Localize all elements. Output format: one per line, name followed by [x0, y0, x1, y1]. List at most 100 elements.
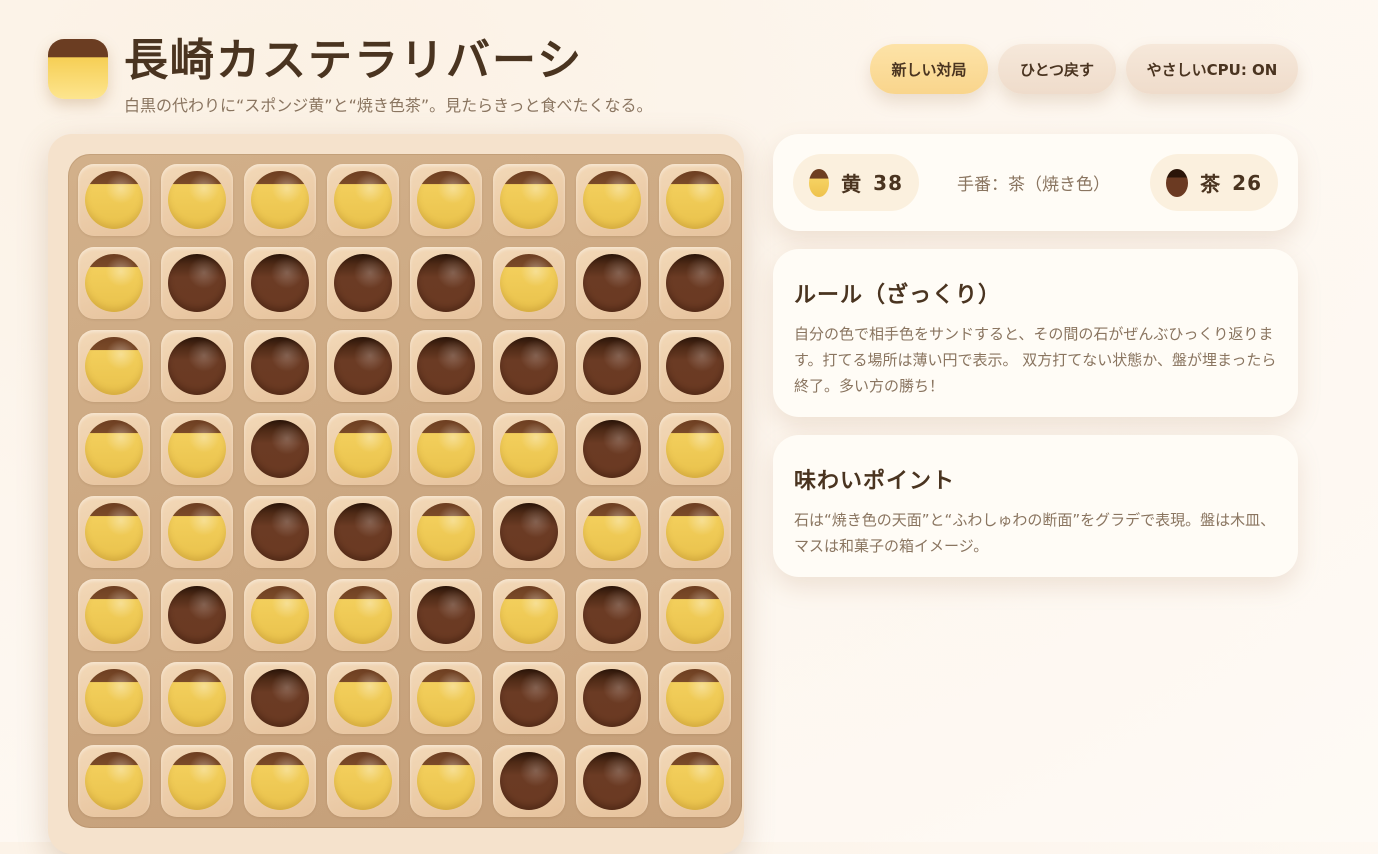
undo-button[interactable]: ひとつ戻す	[998, 44, 1116, 94]
board-cell[interactable]	[244, 579, 316, 651]
board-cell[interactable]	[327, 413, 399, 485]
board-cell[interactable]	[576, 662, 648, 734]
board-cell[interactable]	[493, 662, 565, 734]
yellow-count: 38	[873, 170, 903, 195]
board-cell[interactable]	[410, 330, 482, 402]
board-cell[interactable]	[78, 745, 150, 817]
board-cell[interactable]	[659, 662, 731, 734]
brown-disc	[334, 337, 392, 395]
board-cell[interactable]	[327, 247, 399, 319]
board-cell[interactable]	[576, 745, 648, 817]
yellow-disc	[666, 503, 724, 561]
board-cell[interactable]	[410, 662, 482, 734]
board-cell[interactable]	[410, 247, 482, 319]
board-cell[interactable]	[161, 330, 233, 402]
board-cell[interactable]	[327, 330, 399, 402]
board-cell[interactable]	[244, 330, 316, 402]
board-cell[interactable]	[410, 579, 482, 651]
board-cell[interactable]	[659, 745, 731, 817]
board-cell[interactable]	[493, 745, 565, 817]
brown-disc	[251, 503, 309, 561]
yellow-disc	[666, 420, 724, 478]
board-cell[interactable]	[244, 247, 316, 319]
board-cell[interactable]	[659, 247, 731, 319]
brown-disc	[417, 254, 475, 312]
board-cell[interactable]	[161, 662, 233, 734]
board-cell[interactable]	[161, 745, 233, 817]
board-cell[interactable]	[659, 496, 731, 568]
board-cell[interactable]	[244, 496, 316, 568]
board-cell[interactable]	[493, 164, 565, 236]
board-cell[interactable]	[576, 164, 648, 236]
board-cell[interactable]	[410, 745, 482, 817]
brown-disc	[583, 337, 641, 395]
board-cell[interactable]	[493, 330, 565, 402]
board-cell[interactable]	[659, 579, 731, 651]
board-cell[interactable]	[576, 579, 648, 651]
rules-body: 自分の色で相手色をサンドすると、その間の石がぜんぶひっくり返ります。打てる場所は…	[794, 325, 1277, 395]
board-cell[interactable]	[410, 413, 482, 485]
brown-disc	[583, 254, 641, 312]
board-cell[interactable]	[78, 413, 150, 485]
rules-title: ルール（ざっくり）	[794, 283, 1002, 308]
board-cell[interactable]	[327, 662, 399, 734]
yellow-disc	[85, 254, 143, 312]
board-cell[interactable]	[327, 579, 399, 651]
board-cell[interactable]	[576, 330, 648, 402]
board-cell[interactable]	[161, 164, 233, 236]
board-cell[interactable]	[410, 164, 482, 236]
board-cell[interactable]	[78, 496, 150, 568]
flavor-title: 味わいポイント	[794, 469, 956, 494]
yellow-disc	[85, 337, 143, 395]
new-game-button[interactable]: 新しい対局	[870, 44, 988, 94]
board-cell[interactable]	[244, 662, 316, 734]
board-cell[interactable]	[410, 496, 482, 568]
board-cell[interactable]	[244, 164, 316, 236]
board-cell[interactable]	[327, 496, 399, 568]
brown-disc	[583, 752, 641, 810]
board-cell[interactable]	[493, 579, 565, 651]
board-cell[interactable]	[659, 164, 731, 236]
score-panel: 黄 38 手番：茶（焼き色） 茶 26	[773, 134, 1298, 231]
board-cell[interactable]	[161, 579, 233, 651]
board-cell[interactable]	[78, 164, 150, 236]
cpu-toggle-button[interactable]: やさしいCPU: ON	[1126, 44, 1298, 94]
board-cell[interactable]	[493, 496, 565, 568]
yellow-disc	[417, 420, 475, 478]
brown-disc	[251, 337, 309, 395]
board-cell[interactable]	[78, 579, 150, 651]
board-cell[interactable]	[327, 745, 399, 817]
brown-disc	[334, 503, 392, 561]
yellow-disc	[500, 171, 558, 229]
brown-disc	[251, 669, 309, 727]
board-cell[interactable]	[161, 496, 233, 568]
yellow-disc	[334, 752, 392, 810]
board-cell[interactable]	[161, 413, 233, 485]
board-tray	[48, 134, 744, 854]
brown-disc	[500, 337, 558, 395]
board-cell[interactable]	[493, 247, 565, 319]
board-cell[interactable]	[576, 413, 648, 485]
yellow-disc	[334, 669, 392, 727]
board-cell[interactable]	[244, 413, 316, 485]
board-cell[interactable]	[78, 662, 150, 734]
yellow-disc	[417, 503, 475, 561]
yellow-disc	[251, 586, 309, 644]
yellow-disc	[168, 171, 226, 229]
yellow-disc	[583, 503, 641, 561]
yellow-disc	[334, 171, 392, 229]
brown-disc	[583, 586, 641, 644]
board-cell[interactable]	[78, 247, 150, 319]
yellow-disc	[417, 752, 475, 810]
board-cell[interactable]	[659, 330, 731, 402]
board-cell[interactable]	[161, 247, 233, 319]
board-cell[interactable]	[659, 413, 731, 485]
brown-disc	[583, 669, 641, 727]
board-cell[interactable]	[327, 164, 399, 236]
board-cell[interactable]	[78, 330, 150, 402]
board-cell[interactable]	[493, 413, 565, 485]
page-title: 長崎カステラリバーシ	[124, 35, 584, 86]
board-cell[interactable]	[576, 496, 648, 568]
board-cell[interactable]	[576, 247, 648, 319]
board-cell[interactable]	[244, 745, 316, 817]
